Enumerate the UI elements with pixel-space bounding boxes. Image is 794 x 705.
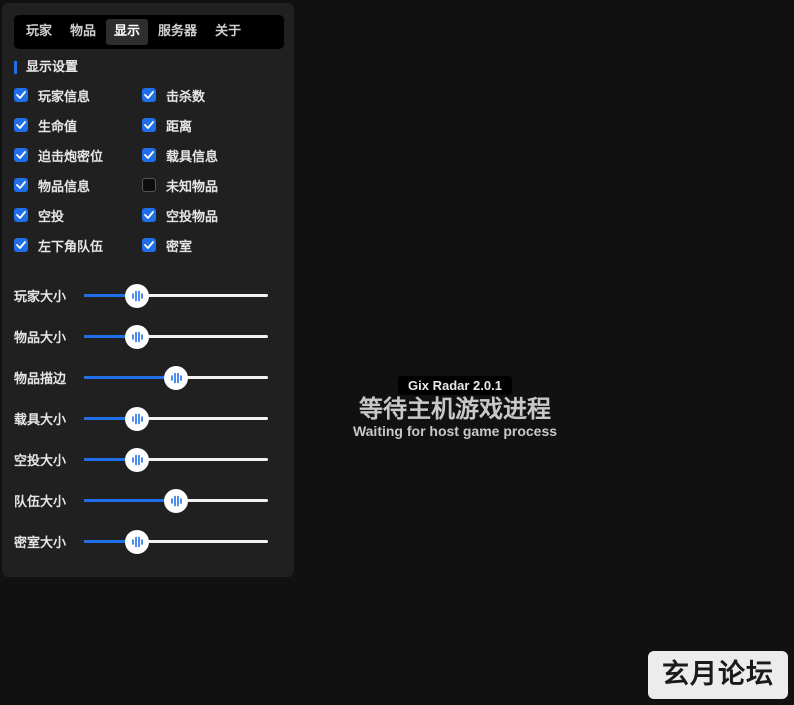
checkbox-checked-icon[interactable] — [14, 238, 28, 252]
section-accent-bar — [14, 61, 17, 74]
slider-label: 密室大小 — [14, 536, 67, 551]
checkbox-checked-icon[interactable] — [142, 208, 156, 222]
checkbox-checked-icon[interactable] — [14, 208, 28, 222]
section-title: 显示设置 — [14, 59, 78, 77]
tab-players[interactable]: 玩家 — [18, 19, 60, 45]
grip-icon — [132, 331, 144, 343]
settings-panel: 玩家 物品 显示 服务器 关于 显示设置 玩家信息 击杀数 生命值 距离 迫击炮密位 载具… — [2, 3, 294, 577]
status-area: Gix Radar 2.0.1 等待主机游戏进程 Waiting for hos… — [330, 375, 580, 439]
checkbox-label: 载具信息 — [166, 149, 219, 165]
checkbox-label: 物品信息 — [38, 179, 91, 195]
slider-thumb[interactable] — [125, 284, 150, 308]
grip-icon — [132, 290, 144, 302]
checkbox-item[interactable]: 左下角队伍 — [14, 236, 142, 255]
slider-list: 玩家大小物品大小物品描边载具大小空投大小队伍大小密室大小 — [14, 282, 276, 569]
slider-track[interactable] — [84, 284, 268, 308]
grip-icon — [171, 372, 182, 384]
checkbox-unchecked-icon[interactable] — [142, 178, 156, 192]
checkbox-item[interactable]: 载具信息 — [142, 146, 270, 165]
checkbox-item[interactable]: 密室 — [142, 236, 270, 255]
slider-thumb[interactable] — [125, 448, 150, 472]
checkbox-label: 迫击炮密位 — [38, 149, 104, 165]
slider-thumb[interactable] — [164, 489, 188, 513]
tab-items[interactable]: 物品 — [62, 19, 104, 45]
slider-label: 玩家大小 — [14, 290, 67, 305]
checkbox-item[interactable]: 物品信息 — [14, 176, 142, 195]
slider-label: 物品大小 — [14, 331, 67, 346]
slider-row: 载具大小 — [14, 405, 276, 446]
slider-fill — [84, 376, 176, 379]
slider-track[interactable] — [84, 489, 268, 513]
slider-thumb[interactable] — [125, 530, 150, 554]
slider-thumb[interactable] — [125, 407, 150, 431]
slider-row: 物品描边 — [14, 364, 276, 405]
version-badge: Gix Radar 2.0.1 — [398, 376, 512, 395]
checkbox-checked-icon[interactable] — [142, 148, 156, 162]
checkbox-label: 空投 — [38, 209, 65, 225]
checkbox-checked-icon[interactable] — [14, 118, 28, 132]
checkbox-item[interactable]: 空投 — [14, 206, 142, 225]
slider-fill — [84, 499, 176, 502]
slider-track[interactable] — [84, 366, 268, 390]
slider-row: 密室大小 — [14, 528, 276, 569]
watermark-badge: 玄月论坛 — [648, 651, 788, 699]
slider-label: 物品描边 — [14, 372, 67, 387]
grip-icon — [171, 495, 182, 507]
tab-bar: 玩家 物品 显示 服务器 关于 — [14, 15, 284, 49]
checkbox-item[interactable]: 生命值 — [14, 116, 142, 135]
slider-track[interactable] — [84, 325, 268, 349]
checkbox-item[interactable]: 距离 — [142, 116, 270, 135]
grip-icon — [132, 536, 144, 548]
checkbox-item[interactable]: 迫击炮密位 — [14, 146, 142, 165]
checkbox-checked-icon[interactable] — [142, 238, 156, 252]
slider-label: 空投大小 — [14, 454, 67, 469]
checkbox-label: 左下角队伍 — [38, 239, 104, 255]
checkbox-label: 距离 — [166, 119, 193, 135]
grip-icon — [132, 454, 144, 466]
checkbox-label: 密室 — [166, 239, 193, 255]
checkbox-label: 空投物品 — [166, 209, 219, 225]
slider-track[interactable] — [84, 448, 268, 472]
checkbox-checked-icon[interactable] — [142, 88, 156, 102]
tab-about[interactable]: 关于 — [207, 19, 249, 45]
checkbox-label: 未知物品 — [166, 179, 219, 195]
slider-track[interactable] — [84, 530, 268, 554]
slider-track[interactable] — [84, 407, 268, 431]
checkbox-checked-icon[interactable] — [142, 118, 156, 132]
slider-row: 空投大小 — [14, 446, 276, 487]
slider-label: 队伍大小 — [14, 495, 67, 510]
checkbox-item[interactable]: 空投物品 — [142, 206, 270, 225]
checkbox-label: 生命值 — [38, 119, 78, 135]
status-message-cn: 等待主机游戏进程 — [359, 395, 551, 423]
checkbox-label: 玩家信息 — [38, 89, 91, 105]
slider-thumb[interactable] — [164, 366, 188, 390]
slider-row: 玩家大小 — [14, 282, 276, 323]
checkbox-grid: 玩家信息 击杀数生命值 距离迫击炮密位 载具信息物品信息 未知物品空投 空投物品左下角队伍… — [14, 86, 284, 255]
slider-row: 队伍大小 — [14, 487, 276, 528]
checkbox-checked-icon[interactable] — [14, 178, 28, 192]
checkbox-item[interactable]: 玩家信息 — [14, 86, 142, 105]
slider-label: 载具大小 — [14, 413, 67, 428]
status-message-en: Waiting for host game process — [352, 423, 558, 439]
slider-thumb[interactable] — [125, 325, 150, 349]
checkbox-item[interactable]: 击杀数 — [142, 86, 270, 105]
checkbox-label: 击杀数 — [166, 89, 206, 105]
checkbox-item[interactable]: 未知物品 — [142, 176, 270, 195]
checkbox-checked-icon[interactable] — [14, 148, 28, 162]
slider-row: 物品大小 — [14, 323, 276, 364]
grip-icon — [132, 413, 144, 425]
checkbox-checked-icon[interactable] — [14, 88, 28, 102]
section-title-text: 显示设置 — [26, 60, 79, 75]
tab-display[interactable]: 显示 — [106, 19, 149, 45]
tab-server[interactable]: 服务器 — [150, 19, 205, 45]
